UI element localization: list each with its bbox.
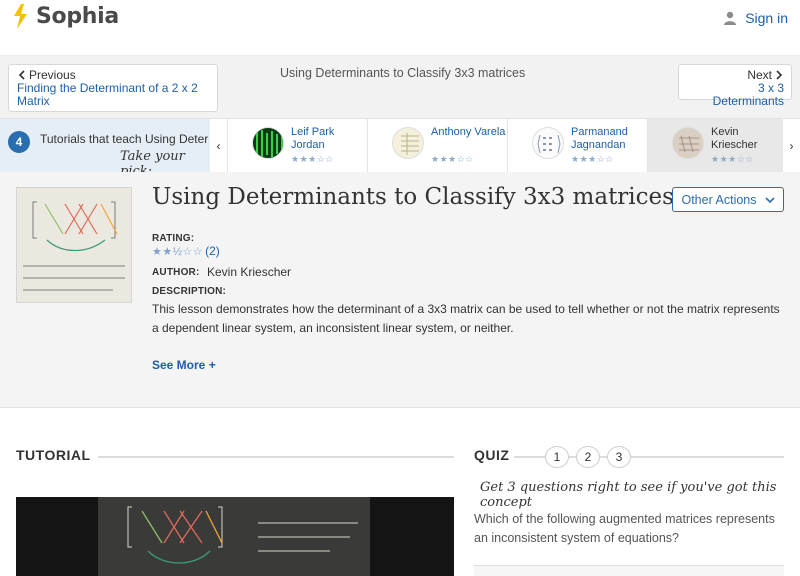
tutor-avatar bbox=[252, 127, 284, 159]
previous-label: Previous bbox=[29, 68, 76, 82]
quiz-heading: QUIZ bbox=[474, 447, 510, 463]
quiz-question-text: Which of the following augmented matrice… bbox=[474, 512, 775, 545]
rating-stars: ★★½☆☆ bbox=[152, 245, 204, 258]
video-frame bbox=[98, 497, 370, 576]
tutor-avatar bbox=[392, 127, 424, 159]
author-label: AUTHOR: bbox=[152, 267, 200, 278]
tutorial-count-badge: 4 bbox=[8, 131, 30, 153]
tutor-rating: ★★★☆☆ bbox=[571, 154, 614, 164]
tutor-rating: ★★★☆☆ bbox=[711, 154, 754, 164]
tutor-name: Leif Park Jordan bbox=[291, 126, 335, 151]
description-label: DESCRIPTION: bbox=[152, 286, 227, 297]
lesson-description: This lesson demonstrates how the determi… bbox=[152, 302, 780, 335]
tutor-card[interactable]: Anthony Varela ★★★☆☆ bbox=[367, 119, 507, 173]
tutorials-text: Tutorials that teach Using Deter bbox=[40, 132, 209, 146]
quiz-question-3[interactable]: 3 bbox=[607, 446, 631, 468]
sophia-logo-icon bbox=[14, 4, 27, 29]
see-more-link[interactable]: See More + bbox=[152, 358, 216, 372]
current-lesson-title: Using Determinants to Classify 3x3 matri… bbox=[280, 66, 526, 80]
lesson-panel: Using Determinants to Classify 3x3 matri… bbox=[0, 172, 800, 408]
sign-in-link[interactable]: Sign in bbox=[723, 10, 788, 26]
tutor-avatar bbox=[672, 127, 704, 159]
strip-next-button[interactable]: › bbox=[783, 119, 800, 173]
tutorials-strip: 4 Tutorials that teach Using Deter Take … bbox=[0, 118, 800, 173]
other-actions-label: Other Actions bbox=[681, 192, 757, 207]
quiz-question-2[interactable]: 2 bbox=[576, 446, 600, 468]
tutorial-heading: TUTORIAL bbox=[16, 447, 91, 463]
chevron-left-icon bbox=[18, 70, 25, 80]
take-your-pick-text: Take your pick: bbox=[120, 149, 185, 173]
tutor-rating: ★★★☆☆ bbox=[291, 154, 334, 164]
quiz-question-1[interactable]: 1 bbox=[545, 446, 569, 468]
rating-row: ★★½☆☆ (2) bbox=[152, 244, 220, 258]
user-icon bbox=[724, 11, 737, 25]
other-actions-button[interactable]: Other Actions bbox=[672, 187, 784, 212]
previous-lesson-card[interactable]: Previous Finding the Determinant of a 2 … bbox=[8, 64, 218, 112]
previous-lesson-link[interactable]: Finding the Determinant of a 2 x 2 Matri… bbox=[17, 82, 209, 108]
next-label: Next bbox=[747, 68, 772, 82]
tutor-name: Kevin Kriescher bbox=[711, 126, 758, 151]
tutor-card[interactable]: Parmanand Jagnandan ★★★☆☆ bbox=[507, 119, 647, 173]
sign-in-label: Sign in bbox=[745, 10, 788, 26]
lesson-title: Using Determinants to Classify 3x3 matri… bbox=[152, 184, 674, 210]
chevron-right-icon: › bbox=[789, 139, 794, 153]
chevron-down-icon bbox=[764, 196, 775, 203]
tutor-rating: ★★★☆☆ bbox=[431, 154, 474, 164]
tutor-card[interactable]: Leif Park Jordan ★★★☆☆ bbox=[227, 119, 367, 173]
strip-prev-button[interactable]: ‹ bbox=[210, 119, 227, 173]
quiz-answer-area bbox=[474, 565, 784, 576]
rating-label: RATING: bbox=[152, 233, 195, 244]
next-lesson-card[interactable]: Next 3 x 3 Determinants bbox=[678, 64, 792, 108]
rating-count-link[interactable]: (2) bbox=[205, 244, 220, 258]
next-lesson-link[interactable]: 3 x 3 Determinants bbox=[686, 82, 784, 108]
tutorial-video[interactable] bbox=[16, 497, 454, 576]
brand-name: Sophia bbox=[36, 4, 119, 29]
tutorials-intro: 4 Tutorials that teach Using Deter Take … bbox=[0, 119, 210, 173]
chevron-right-icon bbox=[776, 70, 783, 80]
sophia-logo[interactable]: Sophia bbox=[10, 3, 119, 30]
lesson-navigation: Previous Finding the Determinant of a 2 … bbox=[0, 56, 800, 118]
tutorial-divider bbox=[98, 456, 454, 458]
quiz-prompt: Get 3 questions right to see if you've g… bbox=[480, 480, 777, 510]
tutor-name: Anthony Varela bbox=[431, 126, 506, 138]
tutor-name: Parmanand Jagnandan bbox=[571, 126, 628, 151]
tutor-card-selected[interactable]: Kevin Kriescher ★★★☆☆ bbox=[647, 119, 787, 173]
site-header: Sophia Sign in bbox=[0, 0, 800, 56]
chevron-left-icon: ‹ bbox=[216, 139, 221, 153]
lesson-thumbnail[interactable] bbox=[16, 187, 132, 303]
tutor-avatar bbox=[532, 127, 564, 159]
author-name: Kevin Kriescher bbox=[207, 265, 292, 279]
